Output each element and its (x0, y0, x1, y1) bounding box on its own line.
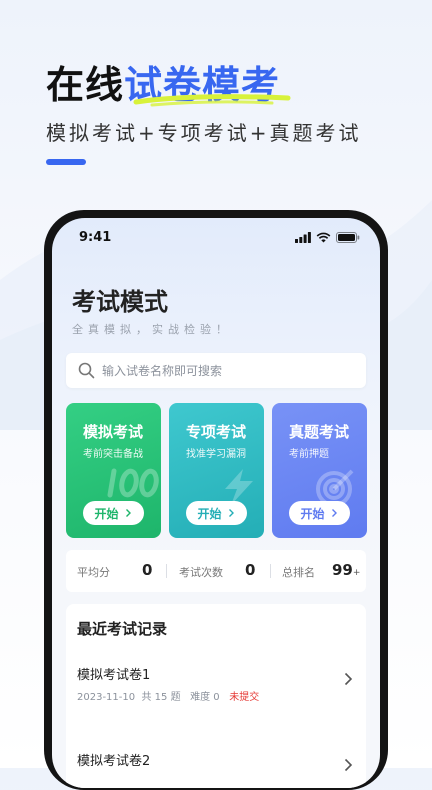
number-100-icon (107, 468, 159, 498)
page-title: 考试模式 (72, 288, 168, 316)
start-button[interactable]: 开始 (83, 501, 144, 525)
record-name: 模拟考试卷2 (77, 754, 151, 769)
start-button[interactable]: 开始 (289, 501, 350, 525)
record-item[interactable]: 模拟考试卷1 2023-11-10 共 15 题 难度 0 未提交 (66, 664, 366, 724)
mode-card-title: 真题考试 (289, 423, 350, 441)
avg-score-label: 平均分 (77, 566, 110, 579)
start-button[interactable]: 开始 (186, 501, 247, 525)
start-button-label: 开始 (197, 506, 222, 521)
record-count: 共 15 题 (141, 692, 181, 703)
highlight-stroke-decoration (133, 94, 291, 107)
mode-card-title: 模拟考试 (83, 423, 144, 441)
mode-card-real[interactable]: 真题考试 考前押题 开始 (272, 403, 367, 538)
chevron-right-icon (344, 672, 353, 686)
record-difficulty: 难度 0 (190, 692, 220, 703)
phone-screen: 9:41 考试模式 全真模拟，实战检验！ 输入试卷名称即可搜索 模拟考试 考前突… (52, 218, 380, 788)
promo-subtitle: 模拟考试+专项考试+真题考试 (46, 121, 362, 145)
start-button-label: 开始 (300, 506, 325, 521)
record-meta: 2023-11-10 共 15 题 难度 0 未提交 (77, 688, 259, 703)
wifi-icon (316, 232, 331, 243)
system-icons (295, 232, 360, 243)
mode-card-desc: 考前突击备战 (83, 449, 143, 460)
search-input[interactable] (102, 353, 352, 388)
records-title: 最近考试记录 (77, 620, 168, 638)
rank-number: 99 (332, 561, 353, 579)
mode-card-title: 专项考试 (186, 423, 247, 441)
signal-icon (295, 232, 311, 243)
rank-label: 总排名 (282, 566, 315, 579)
chevron-right-icon (331, 509, 337, 517)
mode-card-desc: 考前押题 (289, 449, 329, 460)
stat-divider (270, 564, 271, 578)
chevron-right-icon (344, 758, 353, 772)
search-box[interactable] (66, 353, 366, 388)
record-status: 未提交 (229, 692, 260, 703)
stat-divider (166, 564, 167, 578)
promo-title-part1: 在线 (46, 63, 125, 107)
promo-accent-bar (46, 159, 86, 165)
mode-card-mock[interactable]: 模拟考试 考前突击备战 开始 (66, 403, 161, 538)
status-time: 9:41 (79, 230, 112, 245)
mode-card-desc: 找准学习漏洞 (186, 449, 246, 460)
exam-count-label: 考试次数 (179, 566, 223, 579)
chevron-right-icon (125, 509, 131, 517)
record-date: 2023-11-10 (77, 692, 136, 703)
start-button-label: 开始 (94, 506, 119, 521)
rank-suffix: + (352, 568, 361, 578)
exam-count-value: 0 (245, 561, 256, 579)
status-bar: 9:41 (52, 218, 380, 256)
rank-value: 99+ (332, 561, 360, 579)
stats-bar: 平均分 0 考试次数 0 总排名 99+ (66, 550, 366, 592)
recent-records-panel: 最近考试记录 模拟考试卷1 2023-11-10 共 15 题 难度 0 未提交… (66, 604, 366, 788)
page-subtitle: 全真模拟，实战检验！ (72, 323, 232, 336)
record-name: 模拟考试卷1 (77, 668, 151, 683)
search-icon (78, 362, 95, 379)
chevron-right-icon (228, 509, 234, 517)
record-item[interactable]: 模拟考试卷2 (66, 750, 366, 788)
avg-score-value: 0 (142, 561, 153, 579)
mode-card-special[interactable]: 专项考试 找准学习漏洞 开始 (169, 403, 264, 538)
battery-icon (336, 232, 360, 243)
